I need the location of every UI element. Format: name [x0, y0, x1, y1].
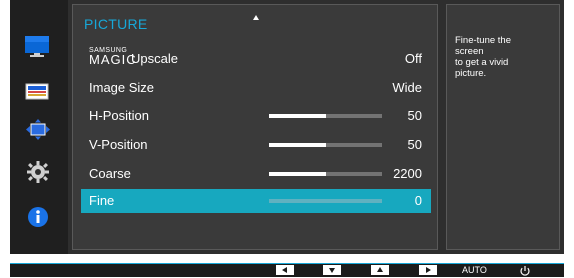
help-text: Fine-tune the screen to get a vivid pict…: [455, 35, 511, 79]
right-key-icon[interactable]: [419, 265, 437, 275]
picture-icon[interactable]: [23, 34, 55, 60]
color-icon[interactable]: [23, 80, 55, 106]
menu-row-v-position[interactable]: V-Position 50: [81, 133, 431, 157]
fine-slider[interactable]: [269, 199, 382, 203]
menu-title: PICTURE: [84, 16, 148, 32]
menu-row-label: V-Position: [89, 137, 148, 152]
left-key-icon[interactable]: [276, 265, 294, 275]
help-panel: Fine-tune the screen to get a vivid pict…: [446, 4, 560, 250]
menu-row-label: Image Size: [89, 80, 155, 95]
menu-row-label: Coarse: [89, 166, 131, 181]
menu-row-label: H-Position: [89, 108, 149, 123]
menu-row-value: 2200: [393, 166, 422, 181]
picture-menu-panel: PICTURE SAMSUNG MAGIC Upscale Off Image …: [72, 4, 438, 250]
key-guide-bar: AUTO: [10, 263, 564, 277]
menu-row-image-size[interactable]: Image Size Wide: [81, 76, 431, 100]
menu-row-value: 50: [407, 137, 422, 152]
menu-row-label: SAMSUNG MAGIC Upscale: [89, 47, 178, 67]
osd-sidebar: [10, 0, 68, 254]
samsung-magic-logo: SAMSUNG MAGIC: [89, 47, 137, 67]
auto-key-label[interactable]: AUTO: [462, 265, 487, 275]
menu-row-value: Off: [404, 51, 422, 66]
v-position-slider[interactable]: [269, 143, 382, 147]
menu-row-fine[interactable]: Fine 0: [81, 189, 431, 213]
setup-icon[interactable]: [23, 160, 55, 186]
menu-row-value: Wide: [392, 80, 422, 95]
menu-row-value: 0: [414, 193, 422, 208]
menu-row-coarse[interactable]: Coarse 2200: [81, 162, 431, 186]
menu-row-h-position[interactable]: H-Position 50: [81, 104, 431, 128]
down-key-icon[interactable]: [323, 265, 341, 275]
power-icon[interactable]: [519, 264, 531, 278]
information-icon[interactable]: [23, 204, 55, 230]
scroll-up-icon[interactable]: [253, 15, 259, 20]
coarse-slider[interactable]: [269, 172, 382, 176]
menu-row-magic-upscale[interactable]: SAMSUNG MAGIC Upscale Off: [81, 47, 431, 71]
menu-row-value: 50: [407, 108, 422, 123]
menu-row-label: Fine: [89, 193, 115, 208]
keybar-accent-line: [10, 263, 564, 264]
up-key-icon[interactable]: [371, 265, 389, 275]
size-position-icon[interactable]: [23, 118, 55, 144]
h-position-slider[interactable]: [269, 114, 382, 118]
